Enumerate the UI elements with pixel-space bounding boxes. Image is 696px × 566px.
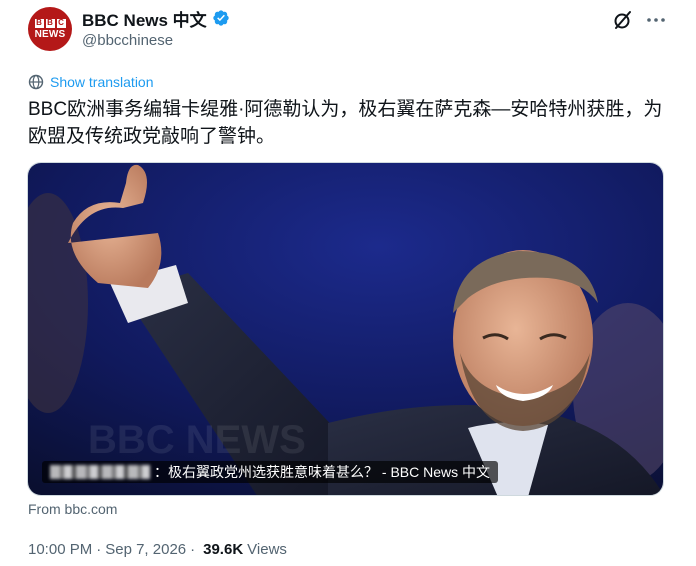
news-photo: BBC NEWS: [28, 163, 663, 495]
link-source[interactable]: From bbc.com: [28, 501, 117, 517]
views-label: Views: [247, 540, 287, 558]
globe-icon: [28, 74, 44, 90]
display-name[interactable]: BBC News 中文: [82, 6, 207, 31]
meta-separator: ·: [96, 540, 102, 558]
show-translation-link[interactable]: Show translation: [28, 73, 154, 91]
media-caption-text: ：极右翼政党州选获胜意味着甚么？ - BBC News 中文: [154, 464, 491, 480]
bbc-logo-letter: B: [45, 18, 55, 28]
grok-icon[interactable]: [611, 8, 635, 32]
tweet-time[interactable]: 10:00 PM: [28, 541, 92, 558]
account-name-row: BBC News 中文: [82, 6, 230, 31]
meta-separator: ·: [190, 540, 196, 558]
bbc-logo: B B C: [34, 18, 66, 28]
account-handle[interactable]: @bbcchinese: [82, 32, 173, 49]
show-translation-label[interactable]: Show translation: [50, 74, 154, 90]
media-watermark: BBC NEWS: [88, 418, 306, 462]
media-caption: ：极右翼政党州选获胜意味着甚么？ - BBC News 中文: [42, 461, 499, 483]
tweet-date[interactable]: Sep 7, 2026: [105, 541, 186, 558]
tweet-text: BBC欧洲事务编辑卡缇雅·阿德勒认为，极右翼在萨克森—安哈特州获胜，为欧盟及传统…: [28, 99, 663, 147]
avatar[interactable]: B B C NEWS: [28, 7, 72, 51]
bbc-logo-letter: B: [34, 18, 44, 28]
verified-badge-icon: [213, 10, 229, 26]
views-count: 39.6K: [203, 540, 244, 558]
link-card-image[interactable]: BBC NEWS ：极右翼政党州选获胜意味着甚么？ - BBC News 中文: [27, 162, 664, 496]
bbc-logo-letter: C: [56, 18, 66, 28]
blurred-caption-prefix: [50, 465, 150, 479]
more-icon[interactable]: [644, 8, 668, 32]
tweet-meta: 10:00 PM · Sep 7, 2026 · 39.6K Views: [28, 539, 287, 559]
avatar-news-text: NEWS: [34, 28, 66, 40]
